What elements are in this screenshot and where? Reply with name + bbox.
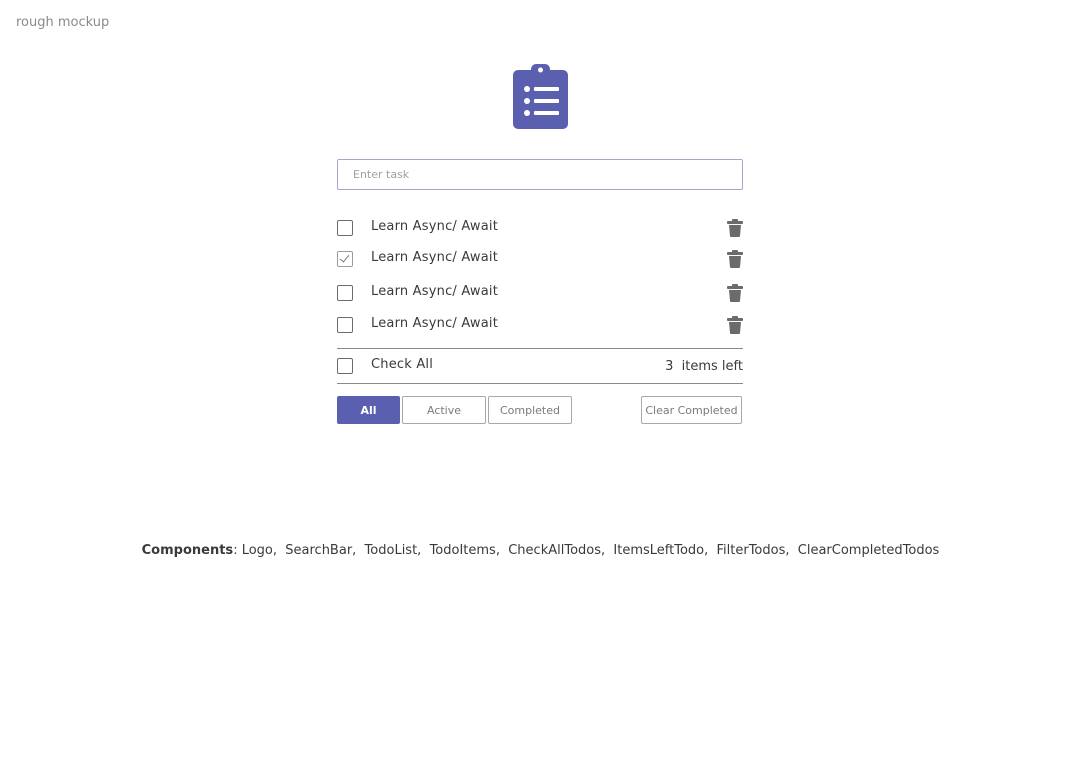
todo-label: Learn Async/ Await	[371, 219, 498, 234]
components-heading: Components	[141, 543, 234, 558]
todo-label: Learn Async/ Await	[371, 284, 498, 299]
divider	[337, 348, 743, 349]
filter-all-button[interactable]: All	[337, 396, 400, 424]
trash-icon[interactable]	[727, 250, 743, 268]
divider	[337, 383, 743, 384]
todo-checkbox[interactable]	[337, 220, 353, 236]
components-caption: Components: Logo, SearchBar, TodoList, T…	[141, 543, 940, 558]
components-list: Logo, SearchBar, TodoList, TodoItems, Ch…	[241, 543, 940, 558]
items-left: 3 items left	[600, 359, 743, 374]
todo-label: Learn Async/ Await	[371, 250, 498, 265]
todo-checkbox[interactable]	[337, 317, 353, 333]
page-label: rough mockup	[16, 15, 110, 30]
search-input[interactable]	[337, 159, 743, 190]
todo-label: Learn Async/ Await	[371, 316, 498, 331]
trash-icon[interactable]	[727, 284, 743, 302]
todo-item: Learn Async/ Await	[337, 316, 743, 337]
items-left-count: 3	[665, 359, 674, 374]
todo-item: Learn Async/ Await	[337, 284, 743, 305]
trash-icon[interactable]	[727, 316, 743, 334]
clipboard-list-icon	[513, 64, 568, 129]
clear-completed-button[interactable]: Clear Completed	[641, 396, 742, 424]
check-all-checkbox[interactable]	[337, 358, 353, 374]
items-left-label: items left	[681, 359, 743, 374]
filter-completed-button[interactable]: Completed	[488, 396, 572, 424]
filter-active-button[interactable]: Active	[402, 396, 486, 424]
trash-icon[interactable]	[727, 219, 743, 237]
todo-item: Learn Async/ Await	[337, 219, 743, 240]
todo-checkbox[interactable]	[337, 251, 353, 267]
todo-item: Learn Async/ Await	[337, 250, 743, 271]
check-icon	[339, 252, 350, 263]
todo-checkbox[interactable]	[337, 285, 353, 301]
check-all-label: Check All	[371, 357, 434, 372]
